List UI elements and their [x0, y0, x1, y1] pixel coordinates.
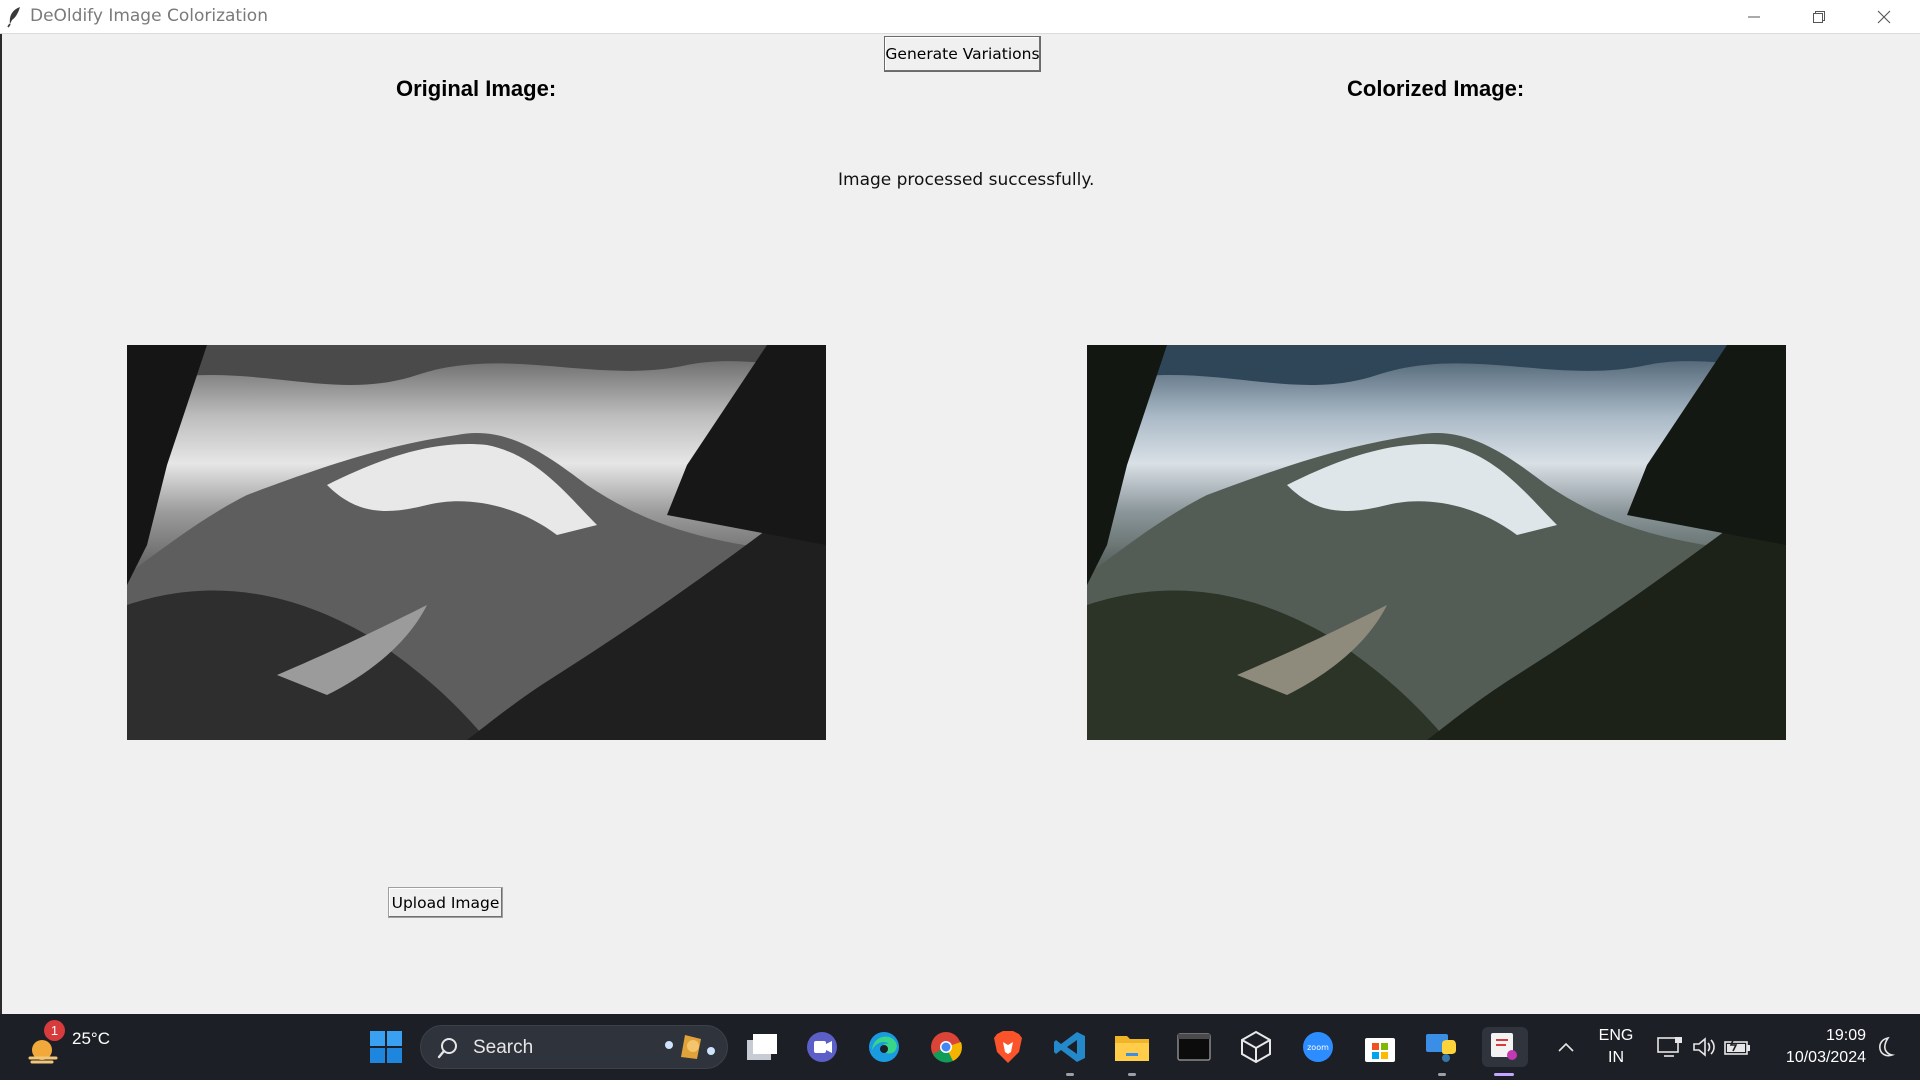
- notifications-button[interactable]: [1866, 1027, 1906, 1067]
- cube-app-icon: [1241, 1030, 1271, 1064]
- file-explorer-icon: [1115, 1036, 1149, 1061]
- minimize-icon: [1748, 16, 1760, 18]
- zoom-icon: zoom: [1303, 1032, 1333, 1062]
- brave-button[interactable]: [988, 1027, 1028, 1067]
- language-code: ENG: [1598, 1027, 1634, 1044]
- python-running-indicator: [1438, 1073, 1446, 1076]
- search-icon: [437, 1038, 457, 1059]
- chrome-icon: [931, 1032, 962, 1063]
- chevron-up-icon: [1558, 1042, 1574, 1052]
- clock-time: 19:09: [1825, 1027, 1866, 1044]
- status-message: Image processed successfully.: [838, 170, 1095, 190]
- terminal-button[interactable]: [1174, 1027, 1214, 1067]
- close-button[interactable]: [1852, 0, 1916, 34]
- microsoft-store-button[interactable]: [1360, 1027, 1400, 1067]
- taskbar-search[interactable]: Search: [420, 1025, 728, 1069]
- restore-icon: [1813, 11, 1825, 23]
- taskbar: 1 25°C Search zoom ENG IN 19:09 10/03/20…: [0, 1014, 1920, 1080]
- teams-icon: [807, 1032, 837, 1062]
- explorer-running-indicator: [1128, 1073, 1136, 1076]
- microsoft-store-icon: [1365, 1038, 1395, 1062]
- temperature-label: 25°C: [72, 1029, 110, 1048]
- start-icon: [370, 1031, 402, 1063]
- zoom-button[interactable]: zoom: [1298, 1027, 1338, 1067]
- colorized-image-heading: Colorized Image:: [1347, 76, 1525, 101]
- task-view-icon: [747, 1034, 777, 1060]
- start-button[interactable]: [366, 1027, 406, 1067]
- window-titlebar: DeOldify Image Colorization: [0, 0, 1920, 34]
- generate-variations-button[interactable]: Generate Variations: [884, 36, 1041, 72]
- python-button[interactable]: [1422, 1027, 1462, 1067]
- colorized-image: [1087, 345, 1786, 740]
- edge-icon: [869, 1032, 899, 1062]
- grayscale-mountain-photo: [127, 345, 826, 740]
- window-title: DeOldify Image Colorization: [30, 6, 268, 26]
- restore-button[interactable]: [1787, 0, 1851, 34]
- language-indicator[interactable]: ENG IN: [1594, 1025, 1638, 1069]
- teams-button[interactable]: [802, 1027, 842, 1067]
- vscode-icon: [1054, 1032, 1085, 1062]
- search-highlight-icon: [665, 1035, 715, 1059]
- notification-badge: 1: [44, 1020, 65, 1041]
- volume-icon: [1693, 1037, 1715, 1057]
- battery-button[interactable]: [1718, 1027, 1758, 1067]
- colorized-mountain-photo: [1087, 345, 1786, 740]
- cube-app-button[interactable]: [1236, 1027, 1276, 1067]
- python-icon: [1426, 1034, 1456, 1062]
- snipping-tool-button[interactable]: [1482, 1027, 1528, 1067]
- snipping-tool-icon: [1491, 1033, 1517, 1060]
- edge-button[interactable]: [864, 1027, 904, 1067]
- svg-text:zoom: zoom: [1307, 1043, 1329, 1052]
- system-clock[interactable]: 19:09 10/03/2024: [1766, 1025, 1866, 1069]
- clock-date: 10/03/2024: [1785, 1049, 1866, 1066]
- snipping-active-indicator: [1494, 1073, 1514, 1076]
- region-code: IN: [1608, 1049, 1624, 1066]
- search-label: Search: [473, 1037, 534, 1058]
- original-image-heading: Original Image:: [396, 76, 557, 101]
- moon-icon: [1879, 1036, 1896, 1057]
- battery-charging-icon: [1724, 1037, 1750, 1055]
- vscode-button[interactable]: [1050, 1027, 1090, 1067]
- upload-image-button[interactable]: Upload Image: [388, 887, 503, 918]
- brave-icon: [994, 1031, 1022, 1063]
- task-view-button[interactable]: [742, 1027, 782, 1067]
- main-content: Generate Variations Original Image: Colo…: [0, 34, 1920, 1014]
- original-image: [127, 345, 826, 740]
- chrome-button[interactable]: [926, 1027, 966, 1067]
- minimize-button[interactable]: [1722, 0, 1786, 34]
- vscode-running-indicator: [1066, 1073, 1074, 1076]
- feather-icon: [7, 7, 20, 28]
- show-hidden-icons-button[interactable]: [1546, 1027, 1586, 1067]
- network-icon: [1657, 1037, 1682, 1057]
- close-icon: [1877, 10, 1891, 24]
- terminal-icon: [1177, 1033, 1211, 1061]
- file-explorer-button[interactable]: [1112, 1027, 1152, 1067]
